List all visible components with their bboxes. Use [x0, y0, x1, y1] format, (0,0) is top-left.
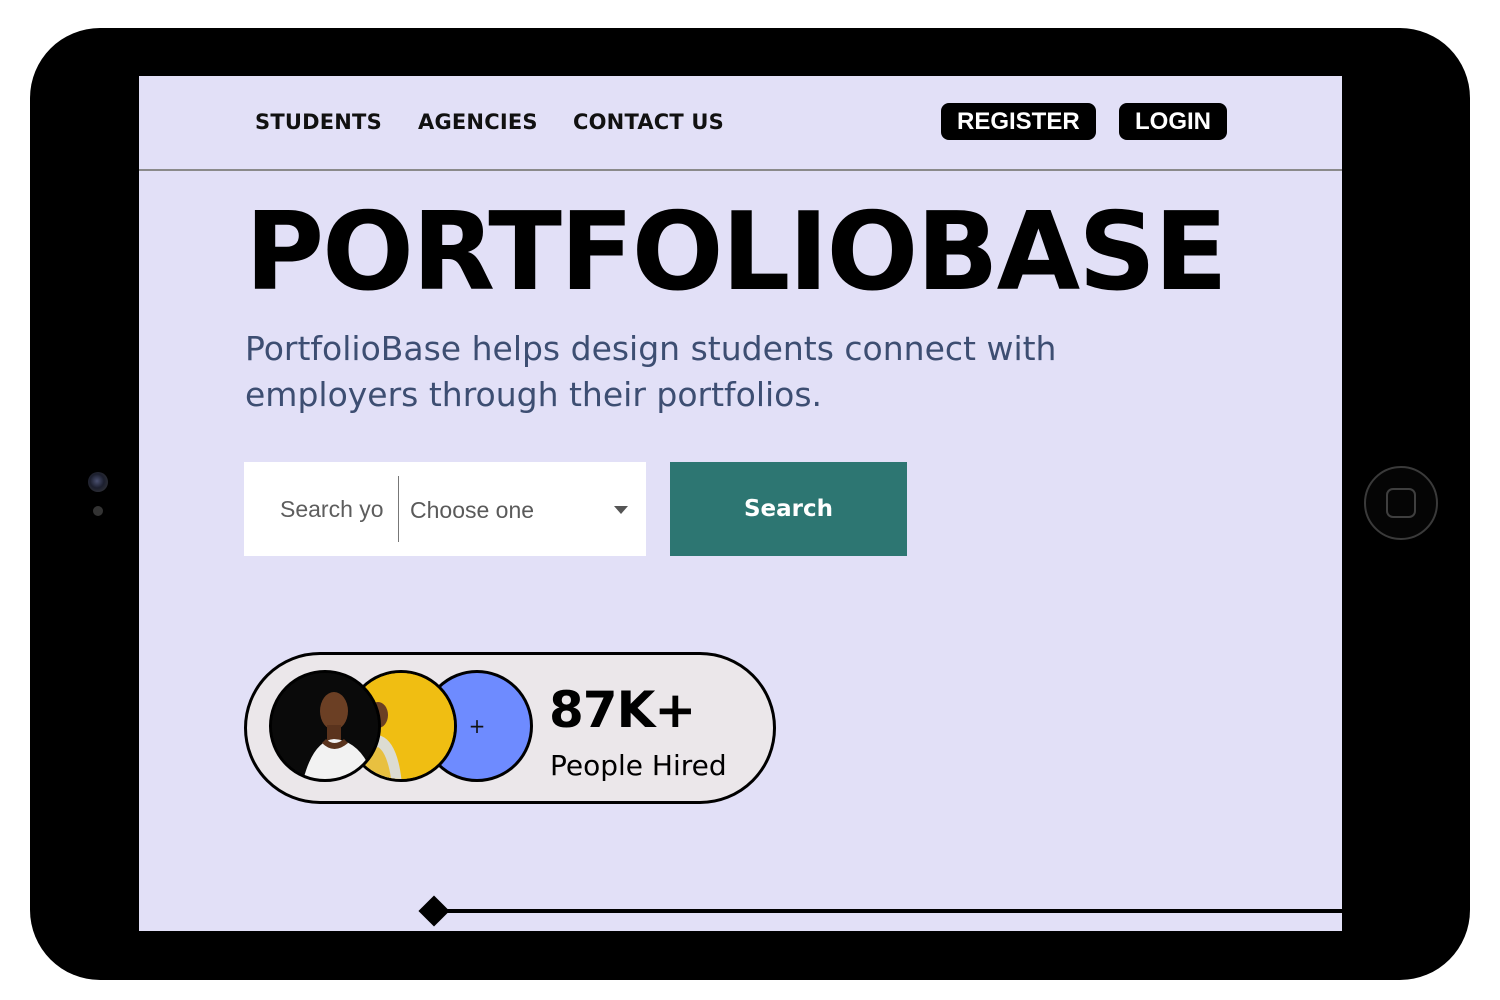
search-box: Choose one	[244, 462, 646, 556]
search-divider	[398, 476, 399, 542]
select-value: Choose one	[410, 497, 535, 523]
stat-label: People Hired	[550, 749, 727, 782]
timeline-line	[435, 909, 1342, 913]
plus-icon: +	[468, 714, 486, 738]
stat-number: 87K+	[549, 681, 696, 739]
chevron-down-icon	[614, 506, 628, 514]
nav-link-contact-us[interactable]: CONTACT US	[573, 110, 724, 134]
camera-icon	[88, 472, 108, 492]
search-input[interactable]	[262, 482, 390, 536]
search-button[interactable]: Search	[670, 462, 907, 556]
top-nav: STUDENTS AGENCIES CONTACT US REGISTER LO…	[139, 76, 1342, 171]
sensor-dot	[93, 506, 103, 516]
register-button[interactable]: REGISTER	[941, 103, 1096, 140]
nav-link-students[interactable]: STUDENTS	[255, 110, 382, 134]
nav-link-agencies[interactable]: AGENCIES	[418, 110, 538, 134]
login-button[interactable]: LOGIN	[1119, 103, 1227, 140]
category-select[interactable]: Choose one	[410, 482, 632, 536]
timeline-diamond	[418, 895, 450, 927]
home-square-icon	[1386, 488, 1416, 518]
avatar-person-1	[269, 670, 381, 782]
home-button[interactable]	[1364, 466, 1438, 540]
stats-pill: + 87K+ People Hired	[244, 652, 776, 804]
screen: STUDENTS AGENCIES CONTACT US REGISTER LO…	[139, 76, 1342, 931]
hero-title: PORTFOLIOBASE	[245, 190, 1228, 315]
hero-subtitle: PortfolioBase helps design students conn…	[245, 329, 1057, 414]
